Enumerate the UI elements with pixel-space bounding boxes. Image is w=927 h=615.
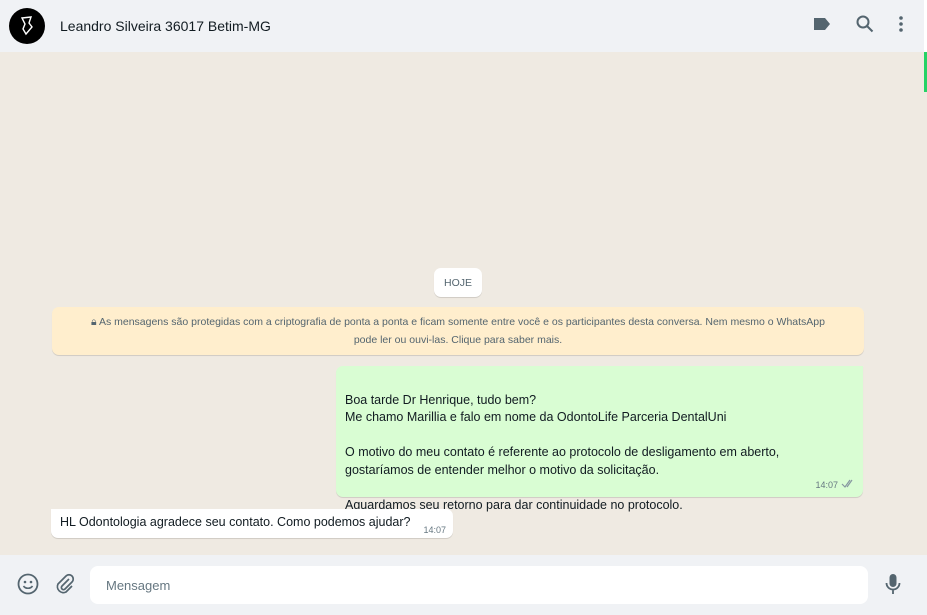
incoming-message[interactable]: HL Odontologia agradece seu contato. Com… <box>51 509 453 538</box>
encryption-notice[interactable]: 🔒︎ As mensagens são protegidas com a cri… <box>52 307 864 355</box>
chat-header: Leandro Silveira 36017 Betim-MG <box>0 0 927 52</box>
date-divider: HOJE <box>434 268 482 297</box>
menu-icon[interactable] <box>898 15 904 38</box>
search-icon[interactable] <box>856 15 874 38</box>
message-time: 14:07 <box>423 525 446 535</box>
outgoing-message[interactable]: Boa tarde Dr Henrique, tudo bem? Me cham… <box>336 366 863 512</box>
message-text: Boa tarde Dr Henrique, tudo bem? Me cham… <box>345 392 780 512</box>
attach-icon[interactable] <box>55 573 75 600</box>
double-check-icon <box>841 477 855 495</box>
label-icon[interactable] <box>812 17 832 36</box>
notice-text: As mensagens são protegidas com a cripto… <box>98 316 825 328</box>
message-input[interactable] <box>90 566 868 604</box>
avatar[interactable] <box>9 8 45 44</box>
microphone-icon[interactable] <box>885 573 901 600</box>
composer <box>0 555 927 615</box>
contact-name[interactable]: Leandro Silveira 36017 Betim-MG <box>60 18 271 34</box>
emoji-icon[interactable] <box>17 573 39 600</box>
message-time: 14:07 <box>815 479 838 490</box>
message-text: HL Odontologia agradece seu contato. Com… <box>60 515 411 529</box>
lock-icon: 🔒︎ <box>91 316 97 328</box>
notice-text-2: pode ler ou ouvi-las. Clique para saber … <box>353 334 563 346</box>
